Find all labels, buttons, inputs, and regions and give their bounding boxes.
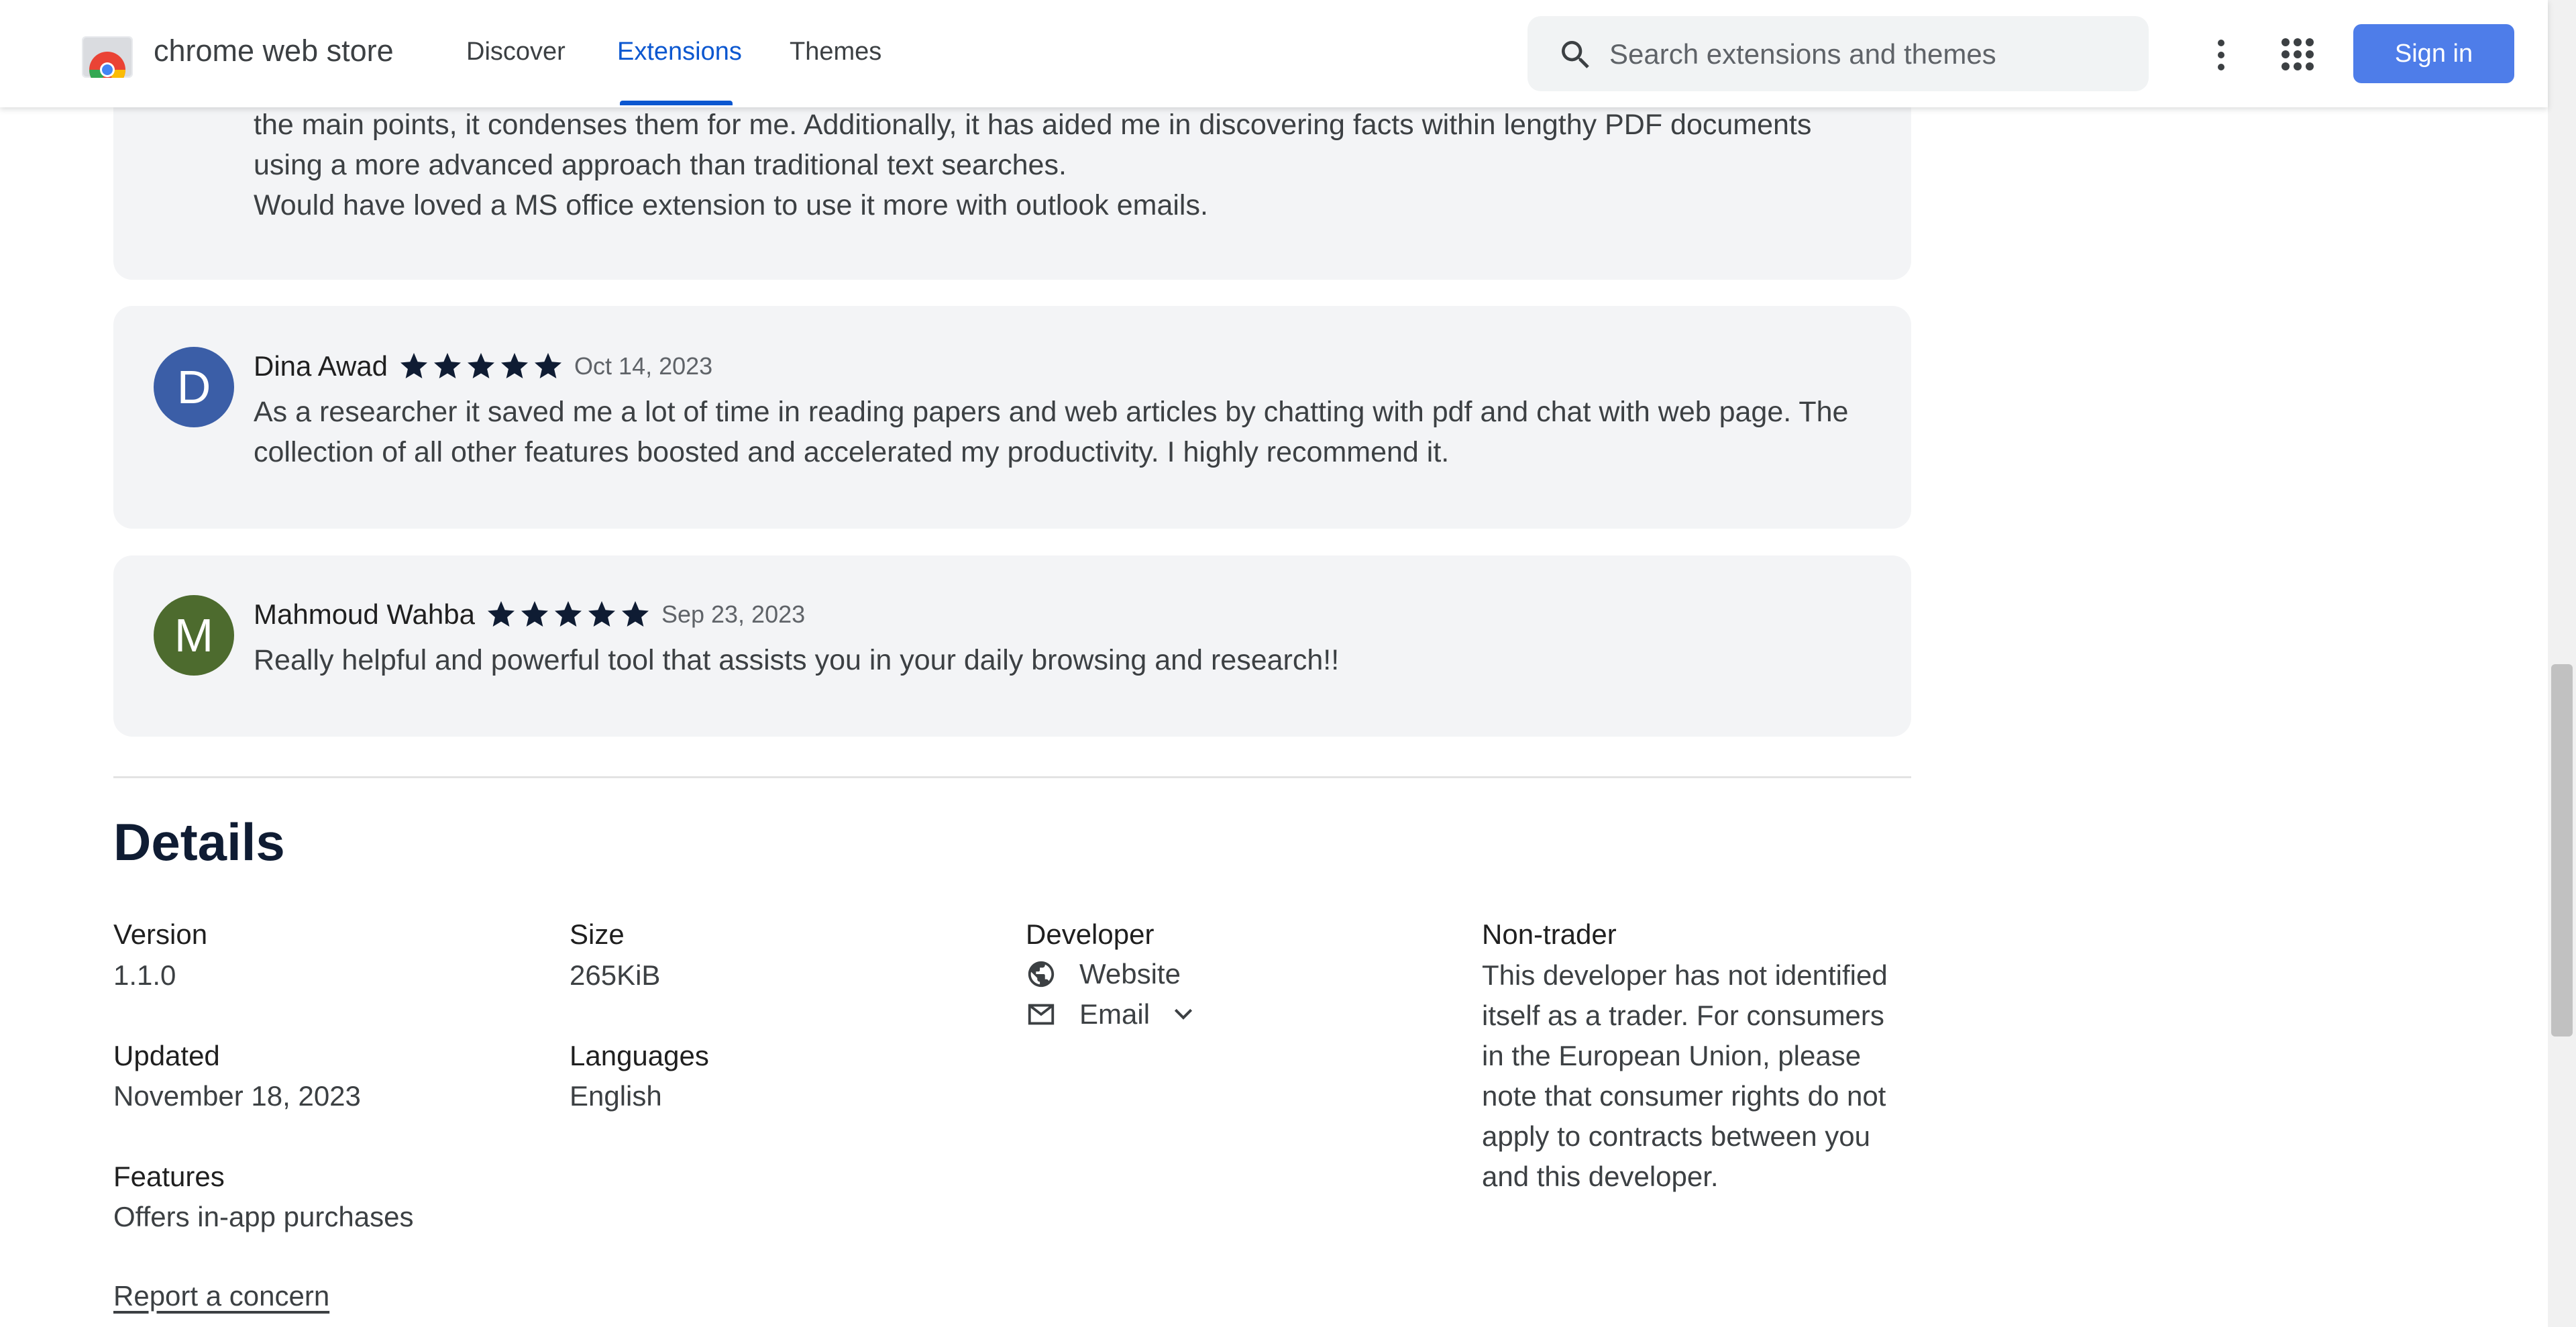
top-header: chrome web store Discover Extensions The… xyxy=(0,0,2548,107)
review-text-line: As a researcher it saved me a lot of tim… xyxy=(254,396,1849,428)
active-tab-indicator xyxy=(620,101,733,105)
review-text: As a researcher it saved me a lot of tim… xyxy=(254,392,1850,472)
review-text-line: Would have loved a MS office extension t… xyxy=(254,189,1208,221)
developer-website-link[interactable]: Website xyxy=(1026,958,1181,990)
star-icon xyxy=(588,601,615,627)
version-value: 1.1.0 xyxy=(113,959,176,991)
developer-label: Developer xyxy=(1026,918,1155,950)
reviewer-name: Mahmoud Wahba xyxy=(254,598,475,630)
star-icon xyxy=(535,353,562,378)
star-icon xyxy=(487,601,515,627)
apps-grid-icon[interactable] xyxy=(2281,38,2314,71)
languages-value: English xyxy=(570,1080,662,1112)
star-icon xyxy=(434,353,462,378)
features-label: Features xyxy=(113,1161,225,1192)
review-date: Oct 14, 2023 xyxy=(574,352,713,380)
review-text-line: using a more advanced approach than trad… xyxy=(254,149,1067,181)
globe-icon xyxy=(1028,961,1055,988)
star-icon xyxy=(400,353,428,378)
star-rating xyxy=(484,598,652,631)
scrollbar-thumb[interactable] xyxy=(2551,664,2573,1037)
trader-disclaimer: This developer has not identified itself… xyxy=(1482,959,1888,1192)
nav-themes[interactable]: Themes xyxy=(790,38,881,66)
updated-label: Updated xyxy=(113,1040,220,1071)
star-icon xyxy=(468,353,495,378)
star-icon xyxy=(621,601,649,627)
trader-status-label: Non-trader xyxy=(1482,918,1617,950)
updated-value: November 18, 2023 xyxy=(113,1080,361,1112)
star-icon xyxy=(554,601,582,627)
email-label[interactable]: Email xyxy=(1079,998,1150,1030)
search-input[interactable] xyxy=(1608,34,2134,75)
nav-extensions[interactable]: Extensions xyxy=(617,38,742,66)
review-text: the main points, it condenses them for m… xyxy=(254,105,1850,225)
report-concern-link[interactable]: Report a concern xyxy=(113,1280,329,1312)
section-divider xyxy=(113,776,1911,778)
star-rating xyxy=(397,350,565,382)
review-header: Mahmoud Wahba Sep 23, 2023 xyxy=(254,596,805,633)
review-text-line: collection of all other features boosted… xyxy=(254,436,1450,468)
scrollbar-track[interactable] xyxy=(2548,0,2576,1327)
chrome-web-store-logo[interactable] xyxy=(82,30,133,78)
version-label: Version xyxy=(113,918,208,950)
more-vert-icon[interactable] xyxy=(2208,35,2235,75)
nav-discover[interactable]: Discover xyxy=(466,38,566,66)
languages-label: Languages xyxy=(570,1040,709,1071)
star-icon xyxy=(501,353,529,378)
review-text-line: Really helpful and powerful tool that as… xyxy=(254,644,1340,676)
reviewer-name: Dina Awad xyxy=(254,350,388,382)
review-text-line: the main points, it condenses them for m… xyxy=(254,109,1812,141)
details-heading: Details xyxy=(113,812,285,871)
size-value: 265KiB xyxy=(570,959,661,991)
size-label: Size xyxy=(570,918,625,950)
search-bar[interactable] xyxy=(1527,16,2149,91)
avatar: D xyxy=(154,347,234,427)
developer-email-toggle[interactable]: Email xyxy=(1026,998,1197,1030)
brand-name[interactable]: chrome web store xyxy=(154,34,394,68)
star-icon xyxy=(521,601,548,627)
review-card: M Mahmoud Wahba Sep 23, 2023 Really help… xyxy=(113,555,1911,737)
review-card: D Dina Awad Oct 14, 2023 As a researcher… xyxy=(113,306,1911,529)
review-text: Really helpful and powerful tool that as… xyxy=(254,640,1850,680)
search-icon[interactable] xyxy=(1557,36,1595,74)
features-value: Offers in-app purchases xyxy=(113,1201,414,1232)
mail-icon xyxy=(1028,1004,1055,1025)
review-header: Dina Awad Oct 14, 2023 xyxy=(254,348,712,385)
avatar: M xyxy=(154,595,234,676)
review-date: Sep 23, 2023 xyxy=(661,600,806,628)
sign-in-button[interactable]: Sign in xyxy=(2353,24,2514,83)
chevron-down-icon[interactable] xyxy=(1170,1001,1197,1028)
website-label[interactable]: Website xyxy=(1079,958,1181,990)
